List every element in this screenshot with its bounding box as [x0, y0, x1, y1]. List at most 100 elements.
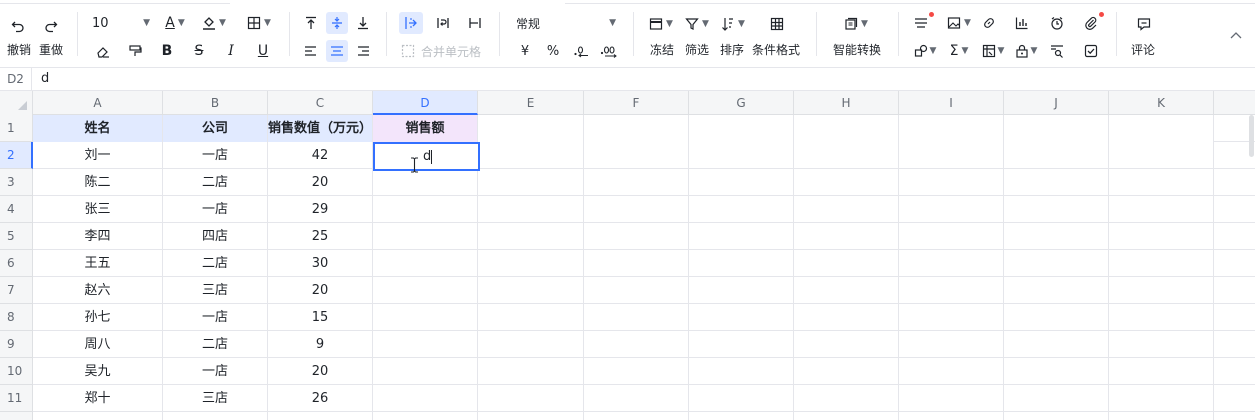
cell-j1[interactable]: [1004, 115, 1109, 142]
strikethrough-button[interactable]: S: [188, 40, 210, 62]
cell-k1[interactable]: [1109, 115, 1214, 142]
cell-j8[interactable]: [1004, 304, 1109, 331]
cell-k9[interactable]: [1109, 331, 1214, 358]
cell-h1[interactable]: [794, 115, 899, 142]
function-button[interactable]: Σ ▼: [944, 40, 974, 62]
cell-e12[interactable]: [478, 412, 584, 420]
underline-button[interactable]: U: [252, 40, 274, 62]
align-right-button[interactable]: [352, 40, 374, 62]
cell-c10[interactable]: 20: [268, 358, 373, 385]
cell-j4[interactable]: [1004, 196, 1109, 223]
cell-h6[interactable]: [794, 250, 899, 277]
conditional-format-button[interactable]: [766, 14, 788, 34]
cell-reference-box[interactable]: D2: [0, 68, 32, 90]
cell-i6[interactable]: [899, 250, 1004, 277]
cell-b12[interactable]: [163, 412, 268, 420]
cell-c1[interactable]: 销售数值（万元）: [268, 115, 373, 142]
cell-a9[interactable]: 周八: [33, 331, 163, 358]
cell-j9[interactable]: [1004, 331, 1109, 358]
redo-button[interactable]: [39, 16, 63, 36]
column-header-b[interactable]: B: [163, 91, 268, 115]
cell-j2[interactable]: [1004, 142, 1109, 169]
cell-b3[interactable]: 二店: [163, 169, 268, 196]
font-size-select[interactable]: 10 ▼: [92, 12, 150, 34]
cell-d5[interactable]: [373, 223, 478, 250]
cell-c5[interactable]: 25: [268, 223, 373, 250]
cell-d8[interactable]: [373, 304, 478, 331]
cell-k5[interactable]: [1109, 223, 1214, 250]
font-color-button[interactable]: A ▼: [160, 12, 190, 34]
row-header-2[interactable]: 2: [0, 142, 33, 169]
cell-i10[interactable]: [899, 358, 1004, 385]
collapse-toolbar-button[interactable]: [1226, 26, 1246, 46]
cell-h10[interactable]: [794, 358, 899, 385]
cell-b8[interactable]: 一店: [163, 304, 268, 331]
column-header-i[interactable]: I: [899, 91, 1004, 115]
cell-g4[interactable]: [689, 196, 794, 223]
cell-h3[interactable]: [794, 169, 899, 196]
insert-image-button[interactable]: ▼: [943, 12, 975, 34]
italic-button[interactable]: I: [220, 40, 242, 62]
cell-c6[interactable]: 30: [268, 250, 373, 277]
cell-c9[interactable]: 9: [268, 331, 373, 358]
cell-c7[interactable]: 20: [268, 277, 373, 304]
column-header-c[interactable]: C: [268, 91, 373, 115]
column-header-j[interactable]: J: [1004, 91, 1109, 115]
cell-h2[interactable]: [794, 142, 899, 169]
freeze-button[interactable]: ▼: [646, 14, 676, 34]
text-clip-button[interactable]: [463, 12, 487, 34]
column-header-k[interactable]: K: [1109, 91, 1214, 115]
cell-f2[interactable]: [584, 142, 689, 169]
cell-e8[interactable]: [478, 304, 584, 331]
cell-g6[interactable]: [689, 250, 794, 277]
cell-g8[interactable]: [689, 304, 794, 331]
decrease-decimal-button[interactable]: [570, 40, 592, 62]
cell-d12[interactable]: [373, 412, 478, 420]
select-all-corner[interactable]: [0, 91, 33, 115]
column-header-h[interactable]: H: [794, 91, 899, 115]
cell-f10[interactable]: [584, 358, 689, 385]
cell-b10[interactable]: 一店: [163, 358, 268, 385]
cell-b1[interactable]: 公司: [163, 115, 268, 142]
row-header-8[interactable]: 8: [0, 304, 33, 331]
number-format-select[interactable]: 常规 ▼: [516, 12, 616, 34]
merge-cells-button[interactable]: 合并单元格: [401, 40, 487, 62]
vertical-scrollbar[interactable]: [1249, 115, 1254, 157]
cell-g3[interactable]: [689, 169, 794, 196]
cell-f6[interactable]: [584, 250, 689, 277]
cell-g7[interactable]: [689, 277, 794, 304]
cell-d9[interactable]: [373, 331, 478, 358]
cell-a5[interactable]: 李四: [33, 223, 163, 250]
cell-f3[interactable]: [584, 169, 689, 196]
align-bottom-button[interactable]: [352, 12, 374, 34]
cell-e2[interactable]: [478, 142, 584, 169]
cell-b2[interactable]: 一店: [163, 142, 268, 169]
cell-f9[interactable]: [584, 331, 689, 358]
cell-i2[interactable]: [899, 142, 1004, 169]
row-header-3[interactable]: 3: [0, 169, 33, 196]
undo-button[interactable]: [6, 16, 30, 36]
cell-f8[interactable]: [584, 304, 689, 331]
cell-e1[interactable]: [478, 115, 584, 142]
checkbox-insert-button[interactable]: [1080, 40, 1102, 62]
column-header-d[interactable]: D: [373, 91, 478, 115]
row-header-11[interactable]: 11: [0, 385, 33, 412]
insert-link-button[interactable]: [978, 12, 1000, 34]
cell-c11[interactable]: 26: [268, 385, 373, 412]
cell-k8[interactable]: [1109, 304, 1214, 331]
cell-h4[interactable]: [794, 196, 899, 223]
cell-c2[interactable]: 42: [268, 142, 373, 169]
cell-b7[interactable]: 三店: [163, 277, 268, 304]
cell-h12[interactable]: [794, 412, 899, 420]
cell-e3[interactable]: [478, 169, 584, 196]
cell-i12[interactable]: [899, 412, 1004, 420]
cell-c4[interactable]: 29: [268, 196, 373, 223]
cell-f4[interactable]: [584, 196, 689, 223]
cell-f5[interactable]: [584, 223, 689, 250]
cell-g11[interactable]: [689, 385, 794, 412]
cell-b4[interactable]: 一店: [163, 196, 268, 223]
cell-f7[interactable]: [584, 277, 689, 304]
cell-k7[interactable]: [1109, 277, 1214, 304]
cell-i1[interactable]: [899, 115, 1004, 142]
cell-j12[interactable]: [1004, 412, 1109, 420]
